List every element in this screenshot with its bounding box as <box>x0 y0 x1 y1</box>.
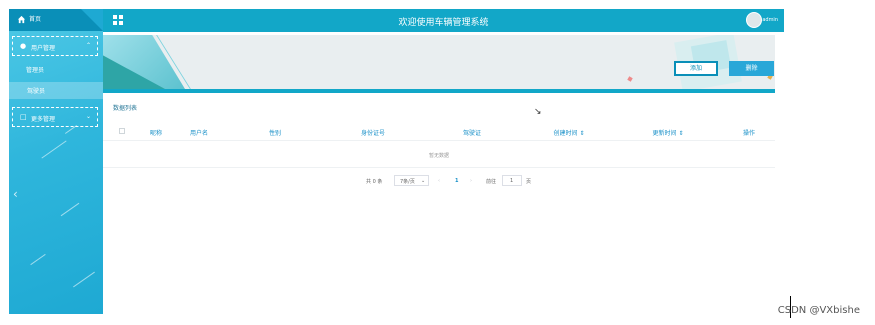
delete-button[interactable]: 删除 <box>729 61 774 76</box>
empty-text: 暂无数据 <box>428 153 449 159</box>
column-header: 性别 <box>268 130 281 137</box>
next-page-icon[interactable]: › <box>470 178 472 184</box>
goto-prefix: 前往 <box>486 179 497 185</box>
page-size-select[interactable]: 7条/页 ⌄ <box>394 175 429 186</box>
toolbar-banner: 添加 删除 <box>103 35 775 93</box>
column-header-sortable[interactable]: 创建时间 ⇕ <box>539 128 599 137</box>
sidebar-group-more-management[interactable]: □ 更多管理 ⌄ <box>12 107 98 127</box>
page-title: 欢迎使用车辆管理系统 <box>398 18 489 28</box>
table-empty-row: 暂无数据 <box>103 141 775 168</box>
goto-page-value: 1 <box>510 178 514 184</box>
goto-suffix: 页 <box>526 179 532 185</box>
column-header: 驾驶证 <box>462 130 481 137</box>
chevron-down-icon: ⌄ <box>85 113 91 120</box>
chevron-left-icon[interactable]: ‹ <box>13 187 18 201</box>
chevron-down-icon: ⌄ <box>421 178 426 184</box>
sidebar-item-driver[interactable]: 驾驶员 <box>27 86 45 95</box>
user-icon: ● <box>20 42 27 50</box>
grid-icon: □ <box>20 113 27 121</box>
table-caption: 数据列表 <box>113 105 138 112</box>
sidebar-item-driver-active-bg <box>9 82 103 99</box>
select-all-checkbox[interactable] <box>119 128 125 134</box>
prev-page-icon[interactable]: ‹ <box>438 178 440 184</box>
page-number[interactable]: 1 <box>455 178 458 184</box>
top-header: 欢迎使用车辆管理系统 admin <box>103 9 784 32</box>
sidebar-item-home[interactable]: 首页 <box>9 9 103 31</box>
home-icon <box>17 15 26 24</box>
add-button[interactable]: 添加 <box>674 61 718 76</box>
total-count: 共 0 条 <box>366 179 383 185</box>
chevron-up-icon: ⌃ <box>85 42 91 49</box>
column-header-sortable[interactable]: 更新时间 ⇕ <box>638 128 698 137</box>
column-header: 用户名 <box>189 130 208 137</box>
mouse-cursor-icon: ↘ <box>534 107 542 117</box>
avatar[interactable] <box>746 12 762 28</box>
sidebar-group-user-management[interactable]: ● 用户管理 ⌃ <box>12 36 98 56</box>
sidebar-group-label: 更多管理 <box>31 116 56 123</box>
column-header: 身份证号 <box>360 130 385 137</box>
sidebar-item-admin[interactable]: 管理员 <box>26 65 44 74</box>
page-size-value: 7条/页 <box>400 179 415 185</box>
goto-page-input[interactable]: 1 <box>502 175 522 186</box>
watermark: CSDN @VXbishe <box>777 305 860 316</box>
table-header: 昵称 用户名 性别 身份证号 驾驶证 创建时间 ⇕ 更新时间 ⇕ 操作 <box>103 123 775 141</box>
column-header: 操作 <box>742 130 755 137</box>
sidebar: 首页 ● 用户管理 ⌃ 管理员 驾驶员 □ 更多管理 ⌄ ‹ <box>9 9 103 314</box>
username-label[interactable]: admin <box>762 17 778 23</box>
sidebar-group-label: 用户管理 <box>31 45 56 52</box>
sidebar-item-home-label: 首页 <box>29 16 42 23</box>
